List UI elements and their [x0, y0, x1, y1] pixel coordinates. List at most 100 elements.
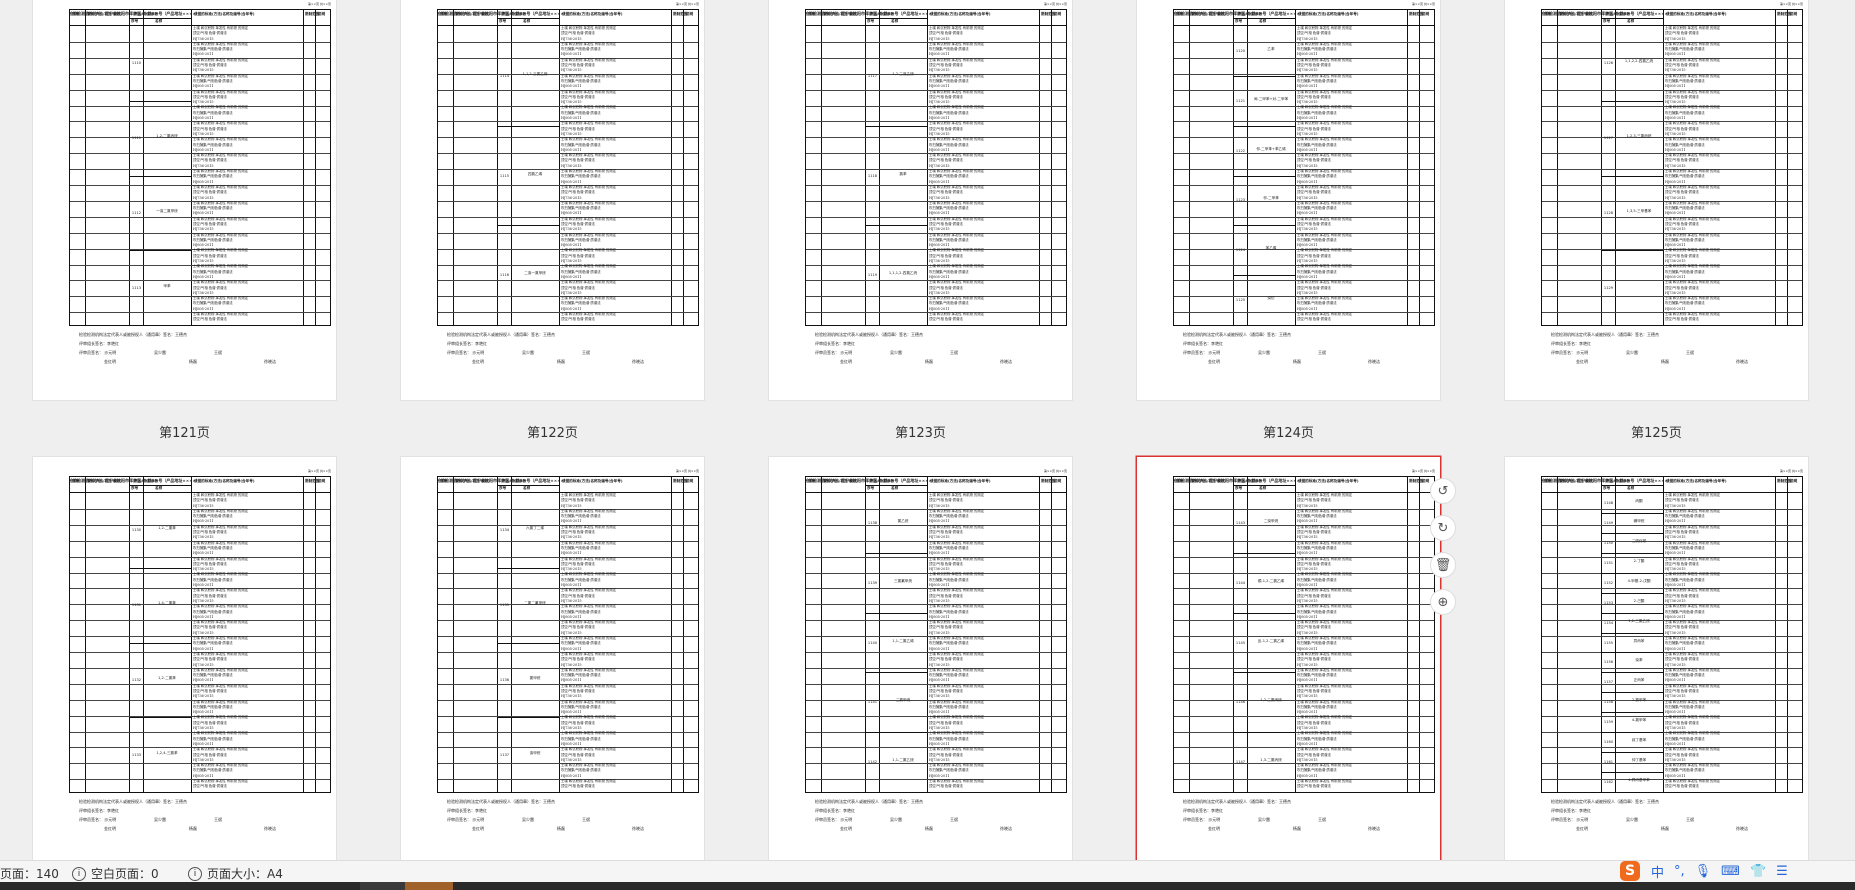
item-name: 4-异丙基甲苯: [1628, 778, 1650, 783]
footer-signature: 王斌: [950, 817, 958, 822]
method-column: 土壤 和沉积物 挥发性 有机物 的测定 顶空/气相 色谱-质谱法 HJ736-201…: [561, 26, 671, 325]
footer-signature: 吴少雷: [1258, 817, 1270, 822]
group-divider: [1601, 712, 1663, 714]
group-divider: [1601, 672, 1663, 674]
item-name: 4-氯甲苯: [1631, 718, 1647, 723]
group-divider: [1601, 532, 1663, 534]
footer-signature: 吴少雷: [522, 817, 534, 822]
item-number: 1149: [1603, 520, 1614, 525]
group-divider: [865, 732, 927, 734]
page-thumbnail[interactable]: 检验检测机构地址：辽宁省沈阳市浑南区××路××号（产品地址××××） 第××页 共…: [769, 457, 1072, 860]
item-name: 苯乙烯: [1265, 246, 1277, 251]
table-header-sub_seq: 序号: [1603, 19, 1611, 23]
item-number: 1132: [131, 677, 142, 682]
page-number-label: 第123页: [895, 426, 946, 441]
item-name: 二氯甲烷: [895, 698, 911, 703]
blank-page-text: 空白页面：0: [91, 867, 159, 881]
accreditation-table: 序号 类别(产品/项目/参数) 产品/项目/参数 依据的标准(方法)名称及编号(含年号…: [69, 9, 331, 326]
table-header-seq: 序号: [1544, 479, 1552, 483]
footer-line: 评审员签名： 沙元明 吴少雷 王斌: [1183, 817, 1433, 826]
item-number: 1160: [1603, 740, 1614, 745]
method-column: 土壤 和沉积物 挥发性 有机物 的测定 顶空/气相 色谱-质谱法 HJ736-201…: [1665, 493, 1775, 792]
footer-signature: 检验检测机构法定代表人或被授权人（通用章）签名：王德杰: [79, 799, 187, 804]
doc-header-page: 第××页 共××页: [1043, 2, 1067, 6]
table-header-method: 依据的标准(方法)名称及编号(含年号): [562, 12, 623, 16]
item-name: 氯苯: [899, 171, 907, 176]
page-thumbnail[interactable]: 检验检测机构地址：辽宁省沈阳市浑南区××路××号（产品地址××××） 第××页 共…: [401, 457, 704, 860]
item-name: 1,2-二氯苯: [158, 526, 176, 531]
trash-icon[interactable]: 🗑: [1430, 552, 1456, 578]
plus-circle-icon[interactable]: ⊕: [1430, 589, 1456, 615]
footer-signature: 王斌: [214, 817, 222, 822]
menu-icon[interactable]: ☰: [1776, 864, 1788, 879]
footer-line: 检验检测机构法定代表人或被授权人（通用章）签名：王德杰: [815, 799, 1065, 808]
item-number: 1150: [1603, 540, 1614, 545]
footer-line: 评审组长签名：李艳红: [815, 808, 1065, 817]
sogou-logo-icon[interactable]: S: [1620, 861, 1640, 881]
table-header-sub_name: 名称: [891, 19, 899, 23]
skin-icon[interactable]: 👕: [1750, 864, 1766, 879]
microphone-icon[interactable]: 🎙: [1695, 864, 1712, 879]
page-thumbnail[interactable]: 检验检测机构地址：辽宁省沈阳市浑南区××路××号（产品地址××××） 第××页 共…: [33, 457, 336, 860]
footer-signature: 评审组长签名：李艳红: [815, 808, 855, 813]
item-number: 1146: [1235, 700, 1246, 705]
table-header-note: 说明: [1422, 12, 1430, 16]
table-header-product_group: 产品/项目/参数: [870, 479, 895, 483]
rotate-left-icon[interactable]: ↺: [1430, 478, 1456, 504]
footer-signature: 检验检测机构法定代表人或被授权人（通用章）签名：王德杰: [79, 332, 187, 337]
footer-signature: 评审员签名： 沙元明: [815, 817, 853, 822]
item-number: 1124: [1235, 248, 1246, 253]
page-thumbnail[interactable]: 检验检测机构地址：辽宁省沈阳市浑南区××路××号（产品地址××××） 第××页 共…: [1137, 0, 1440, 400]
item-number: 1144: [1235, 580, 1246, 585]
footer-line: 金红明 杨磊 徐晓洁: [1551, 826, 1801, 835]
doc-footer: 检验检测机构法定代表人或被授权人（通用章）签名：王德杰 评审组长签名：李艳红 评审员…: [447, 332, 697, 368]
item-name: 甲苯: [163, 283, 171, 288]
taskbar-item[interactable]: [360, 882, 405, 890]
page-number-label: 第121页: [159, 426, 210, 441]
table-header-note: 说明: [1422, 479, 1430, 483]
item-number: 1110: [131, 61, 142, 66]
page-thumbnail[interactable]: 检验检测机构地址：辽宁省沈阳市浑南区××路××号（产品地址××××） 第××页 共…: [1505, 457, 1808, 860]
group-divider: [497, 225, 559, 227]
footer-line: 检验检测机构法定代表人或被授权人（通用章）签名：王德杰: [1551, 799, 1801, 808]
ime-language-toggle[interactable]: 中: [1651, 862, 1664, 881]
table-header-product_group: 产品/项目/参数: [1606, 12, 1631, 16]
group-divider: [1233, 225, 1295, 227]
rotate-right-icon[interactable]: ↻: [1430, 515, 1456, 541]
footer-signature: 检验检测机构法定代表人或被授权人（通用章）签名：王德杰: [1551, 332, 1659, 337]
table-header-sub_seq: 序号: [867, 19, 875, 23]
table-header-category: 类别(产品/项目/参数): [455, 12, 490, 16]
page-thumbnail[interactable]: 检验检测机构地址：辽宁省沈阳市浑南区××路××号（产品地址××××） 第××页 共…: [33, 0, 336, 400]
page-thumbnail[interactable]: 检验检测机构地址：辽宁省沈阳市浑南区××路××号（产品地址××××） 第××页 共…: [1137, 457, 1440, 860]
item-name: 叔丁基苯: [1631, 738, 1647, 743]
doc-header: 检验检测机构地址：辽宁省沈阳市浑南区××路××号（产品地址××××） 第××页 共…: [1541, 467, 1803, 483]
doc-header-page: 第××页 共××页: [1411, 469, 1435, 473]
item-name: 氯甲烷: [529, 675, 541, 680]
item-number: 1143: [1235, 520, 1246, 525]
footer-signature: 杨磊: [557, 826, 565, 831]
page-thumbnail[interactable]: 检验检测机构地址：辽宁省沈阳市浑南区××路××号（产品地址××××） 第××页 共…: [769, 0, 1072, 400]
footer-line: 检验检测机构法定代表人或被授权人（通用章）签名：王德杰: [815, 332, 1065, 341]
page-size: i 页面大小：A4: [188, 865, 283, 882]
footer-line: 评审组长签名：李艳红: [1551, 808, 1801, 817]
table-header-product_group: 产品/项目/参数: [1606, 479, 1631, 483]
item-name: 乙苯: [1267, 46, 1275, 51]
footer-signature: 金红明: [472, 359, 484, 364]
footer-signature: 评审组长签名：李艳红: [815, 341, 855, 346]
item-number: 1131: [131, 603, 142, 608]
footer-line: 金红明 杨磊 徐晓洁: [815, 359, 1065, 368]
footer-line: 金红明 杨磊 徐晓洁: [1183, 359, 1433, 368]
page-thumbnail[interactable]: 检验检测机构地址：辽宁省沈阳市浑南区××路××号（产品地址××××） 第××页 共…: [401, 0, 704, 400]
footer-signature: 评审组长签名：李艳红: [447, 808, 487, 813]
taskbar-item-active[interactable]: [405, 882, 453, 890]
footer-signature: 杨磊: [1661, 826, 1669, 831]
footer-line: 评审组长签名：李艳红: [447, 341, 697, 350]
table-header-sub_seq: 序号: [131, 486, 139, 490]
method-line: 顶空/气相 色谱-质谱法: [1665, 784, 1699, 789]
footer-signature: 杨磊: [1293, 826, 1301, 831]
keyboard-icon[interactable]: ⌨: [1721, 864, 1740, 879]
page-thumbnail[interactable]: 检验检测机构地址：辽宁省沈阳市浑南区××路××号（产品地址××××） 第××页 共…: [1505, 0, 1808, 400]
footer-signature: 徐晓洁: [1368, 359, 1380, 364]
ime-punctuation-toggle[interactable]: °,: [1674, 864, 1685, 879]
footer-signature: 评审组长签名：李艳红: [1183, 341, 1223, 346]
